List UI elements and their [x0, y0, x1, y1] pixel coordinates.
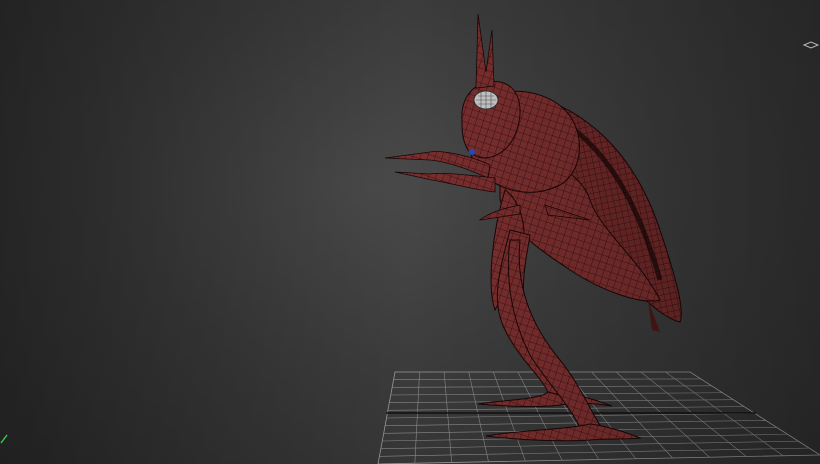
axis-tripod-icon — [0, 430, 10, 444]
insect-head — [461, 13, 521, 159]
grid-line — [591, 371, 673, 459]
home-grid — [377, 371, 820, 464]
grid-line — [385, 420, 766, 426]
3d-viewport[interactable] — [0, 0, 820, 464]
viewcube-icon[interactable] — [802, 36, 820, 50]
grid-line — [380, 440, 799, 449]
viewport-scene[interactable] — [0, 0, 820, 464]
grid-line — [386, 413, 756, 419]
